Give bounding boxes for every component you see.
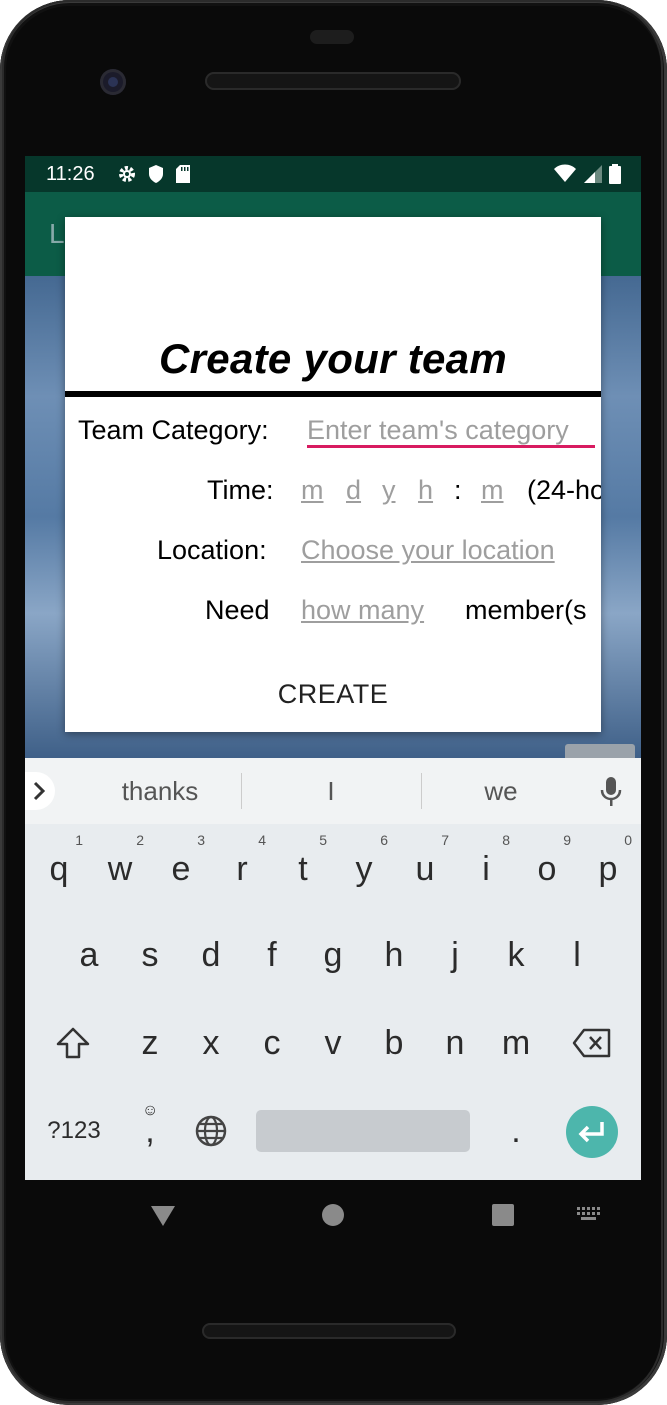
key-d[interactable]: d (185, 920, 237, 990)
keyboard-switch-icon[interactable] (575, 1205, 603, 1225)
key-a[interactable]: a (63, 920, 115, 990)
key-k[interactable]: k (490, 920, 542, 990)
microphone-icon[interactable] (600, 776, 622, 808)
front-camera (100, 69, 126, 95)
key-o[interactable]: o9 (521, 832, 573, 904)
key-j[interactable]: j (429, 920, 481, 990)
suggestion-2[interactable]: I (256, 776, 406, 807)
shift-icon (56, 1027, 90, 1059)
suggestion-divider (241, 773, 242, 809)
status-time: 11:26 (46, 163, 95, 185)
language-key[interactable] (185, 1096, 237, 1166)
suggestion-1[interactable]: thanks (85, 776, 235, 807)
soft-keyboard: thanks I we q1 w2 e3 r4 t5 y6 u7 i8 o9 p… (25, 758, 641, 1180)
location-input[interactable]: Choose your location (301, 535, 555, 566)
key-c[interactable]: c (246, 1008, 298, 1078)
key-q[interactable]: q1 (33, 832, 85, 904)
enter-icon (578, 1122, 604, 1143)
app-title: L (49, 218, 65, 249)
key-s[interactable]: s (124, 920, 176, 990)
members-label: member(s (465, 595, 587, 625)
settings-icon (119, 166, 135, 182)
shift-key[interactable] (47, 1008, 99, 1078)
key-p[interactable]: p0 (582, 832, 634, 904)
member-count-input[interactable]: how many (301, 595, 424, 626)
location-label: Location: (157, 535, 267, 565)
dialog-title: Create your team (159, 335, 507, 382)
create-button[interactable]: CREATE (65, 679, 601, 710)
time-label: Time: (207, 475, 274, 505)
need-label: Need (205, 595, 270, 625)
year-input[interactable]: y (382, 475, 396, 506)
back-nav-icon[interactable] (148, 1200, 178, 1230)
backspace-key[interactable] (566, 1008, 618, 1078)
title-divider (65, 391, 601, 397)
key-u[interactable]: u7 (399, 832, 451, 904)
suggestion-3[interactable]: we (426, 776, 576, 807)
key-v[interactable]: v (307, 1008, 359, 1078)
earpiece-speaker (205, 72, 461, 90)
key-e[interactable]: e3 (155, 832, 207, 904)
signal-icon (584, 165, 602, 183)
key-l[interactable]: l (551, 920, 603, 990)
screen: 11:26 L nt Create your team (25, 156, 641, 1180)
month-input[interactable]: m (301, 475, 324, 506)
suggestion-divider (421, 773, 422, 809)
day-input[interactable]: d (346, 475, 361, 506)
wifi-icon (554, 164, 576, 182)
shield-icon (149, 165, 163, 183)
team-category-label: Team Category: (78, 415, 269, 445)
sd-card-icon (176, 165, 190, 183)
key-n[interactable]: n (429, 1008, 481, 1078)
suggestion-expand[interactable] (25, 772, 55, 810)
key-h[interactable]: h (368, 920, 420, 990)
comma-emoji-key[interactable]: ☺ , (124, 1096, 176, 1166)
bottom-speaker (202, 1323, 456, 1339)
key-z[interactable]: z (124, 1008, 176, 1078)
key-r[interactable]: r4 (216, 832, 268, 904)
chevron-right-icon (33, 781, 46, 801)
top-sensor (310, 30, 354, 44)
status-bar: 11:26 (25, 156, 641, 192)
symbols-key[interactable]: ?123 (39, 1096, 109, 1166)
recents-nav-icon[interactable] (490, 1200, 516, 1230)
key-g[interactable]: g (307, 920, 359, 990)
minute-input[interactable]: m (481, 475, 504, 506)
period-key[interactable]: . (490, 1096, 542, 1166)
key-w[interactable]: w2 (94, 832, 146, 904)
backspace-icon (572, 1028, 611, 1058)
space-key[interactable] (256, 1110, 470, 1152)
battery-icon (609, 164, 621, 184)
suggestion-strip: thanks I we (25, 758, 641, 824)
key-b[interactable]: b (368, 1008, 420, 1078)
hour-input[interactable]: h (418, 475, 433, 506)
time-colon: : (454, 475, 462, 505)
emoji-hint-icon: ☺ (142, 1102, 159, 1119)
time-format-label: (24-ho (527, 475, 601, 505)
key-t[interactable]: t5 (277, 832, 329, 904)
enter-key[interactable] (566, 1106, 618, 1158)
team-category-input[interactable]: Enter team's category (307, 415, 569, 446)
globe-icon (195, 1115, 227, 1147)
key-y[interactable]: y6 (338, 832, 390, 904)
home-nav-icon[interactable] (320, 1200, 346, 1230)
key-x[interactable]: x (185, 1008, 237, 1078)
phone-frame: 11:26 L nt Create your team (0, 0, 667, 1405)
key-i[interactable]: i8 (460, 832, 512, 904)
key-f[interactable]: f (246, 920, 298, 990)
key-m[interactable]: m (490, 1008, 542, 1078)
create-team-dialog: Create your team Team Category: Enter te… (65, 217, 601, 732)
team-category-underline (307, 445, 595, 448)
